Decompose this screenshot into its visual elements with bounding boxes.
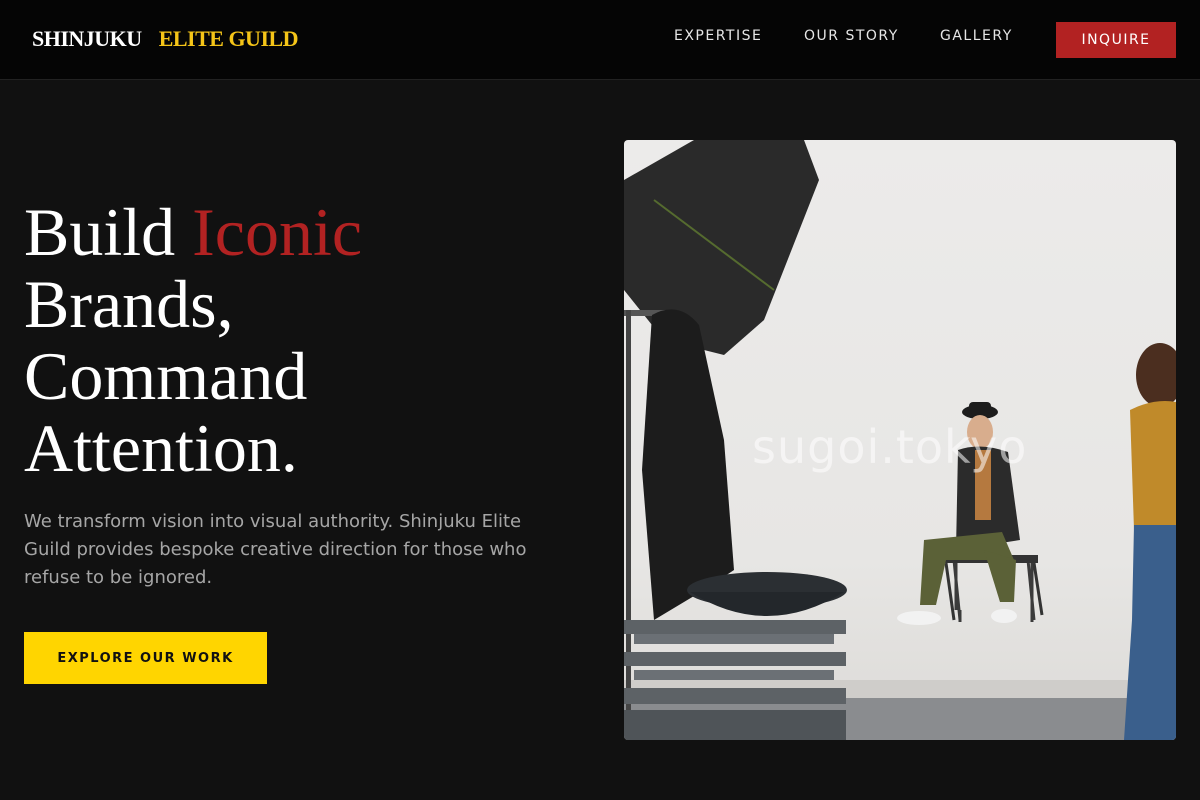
photo-watermark: sugoi.tokyo — [752, 420, 1028, 474]
hero-photo-studio-shoot: sugoi.tokyo — [624, 140, 1176, 740]
top-navigation-bar: SHINJUKU ELITE GUILD EXPERTISE OUR STORY … — [0, 0, 1200, 80]
brand-logo[interactable]: SHINJUKU ELITE GUILD — [32, 26, 299, 52]
hero-headline-line3: Command — [24, 338, 308, 414]
woman-hair — [1136, 343, 1176, 407]
hero-headline-line1: Build Iconic — [24, 196, 584, 268]
man-shoe-right — [991, 609, 1017, 623]
pallet-mid — [624, 652, 846, 666]
hero-headline-line4: Attention. — [24, 410, 298, 486]
beauty-dish-base — [690, 592, 844, 616]
pallet-bottom — [624, 710, 846, 740]
hero-headline-line2: Brands, — [24, 266, 234, 342]
woman-top — [1130, 401, 1176, 530]
hero-headline: Build Iconic Brands, Command Attention. — [24, 196, 584, 484]
inquire-button[interactable]: INQUIRE — [1056, 22, 1176, 58]
hero-subtitle: We transform vision into visual authorit… — [24, 511, 527, 588]
hero-headline-word-build: Build — [24, 194, 176, 270]
brand-name-secondary: ELITE GUILD — [158, 26, 299, 51]
pallet-slat-2 — [634, 670, 834, 680]
hanging-jacket — [642, 309, 734, 620]
pallet-low — [624, 688, 846, 704]
hat-crown — [969, 402, 991, 414]
woman-jeans — [1124, 525, 1176, 740]
nav-link-expertise[interactable]: EXPERTISE — [674, 28, 762, 44]
nav-link-our-story[interactable]: OUR STORY — [804, 28, 899, 44]
nav-link-gallery[interactable]: GALLERY — [940, 28, 1013, 44]
pallet-slat — [634, 634, 834, 644]
brand-name-primary: SHINJUKU — [32, 26, 142, 51]
explore-our-work-button[interactable]: EXPLORE OUR WORK — [24, 632, 267, 684]
clothing-rack-pole — [626, 310, 631, 740]
hero-headline-accent-word: Iconic — [192, 194, 363, 270]
man-shoe-left — [897, 611, 941, 625]
pallet-top — [624, 620, 846, 634]
